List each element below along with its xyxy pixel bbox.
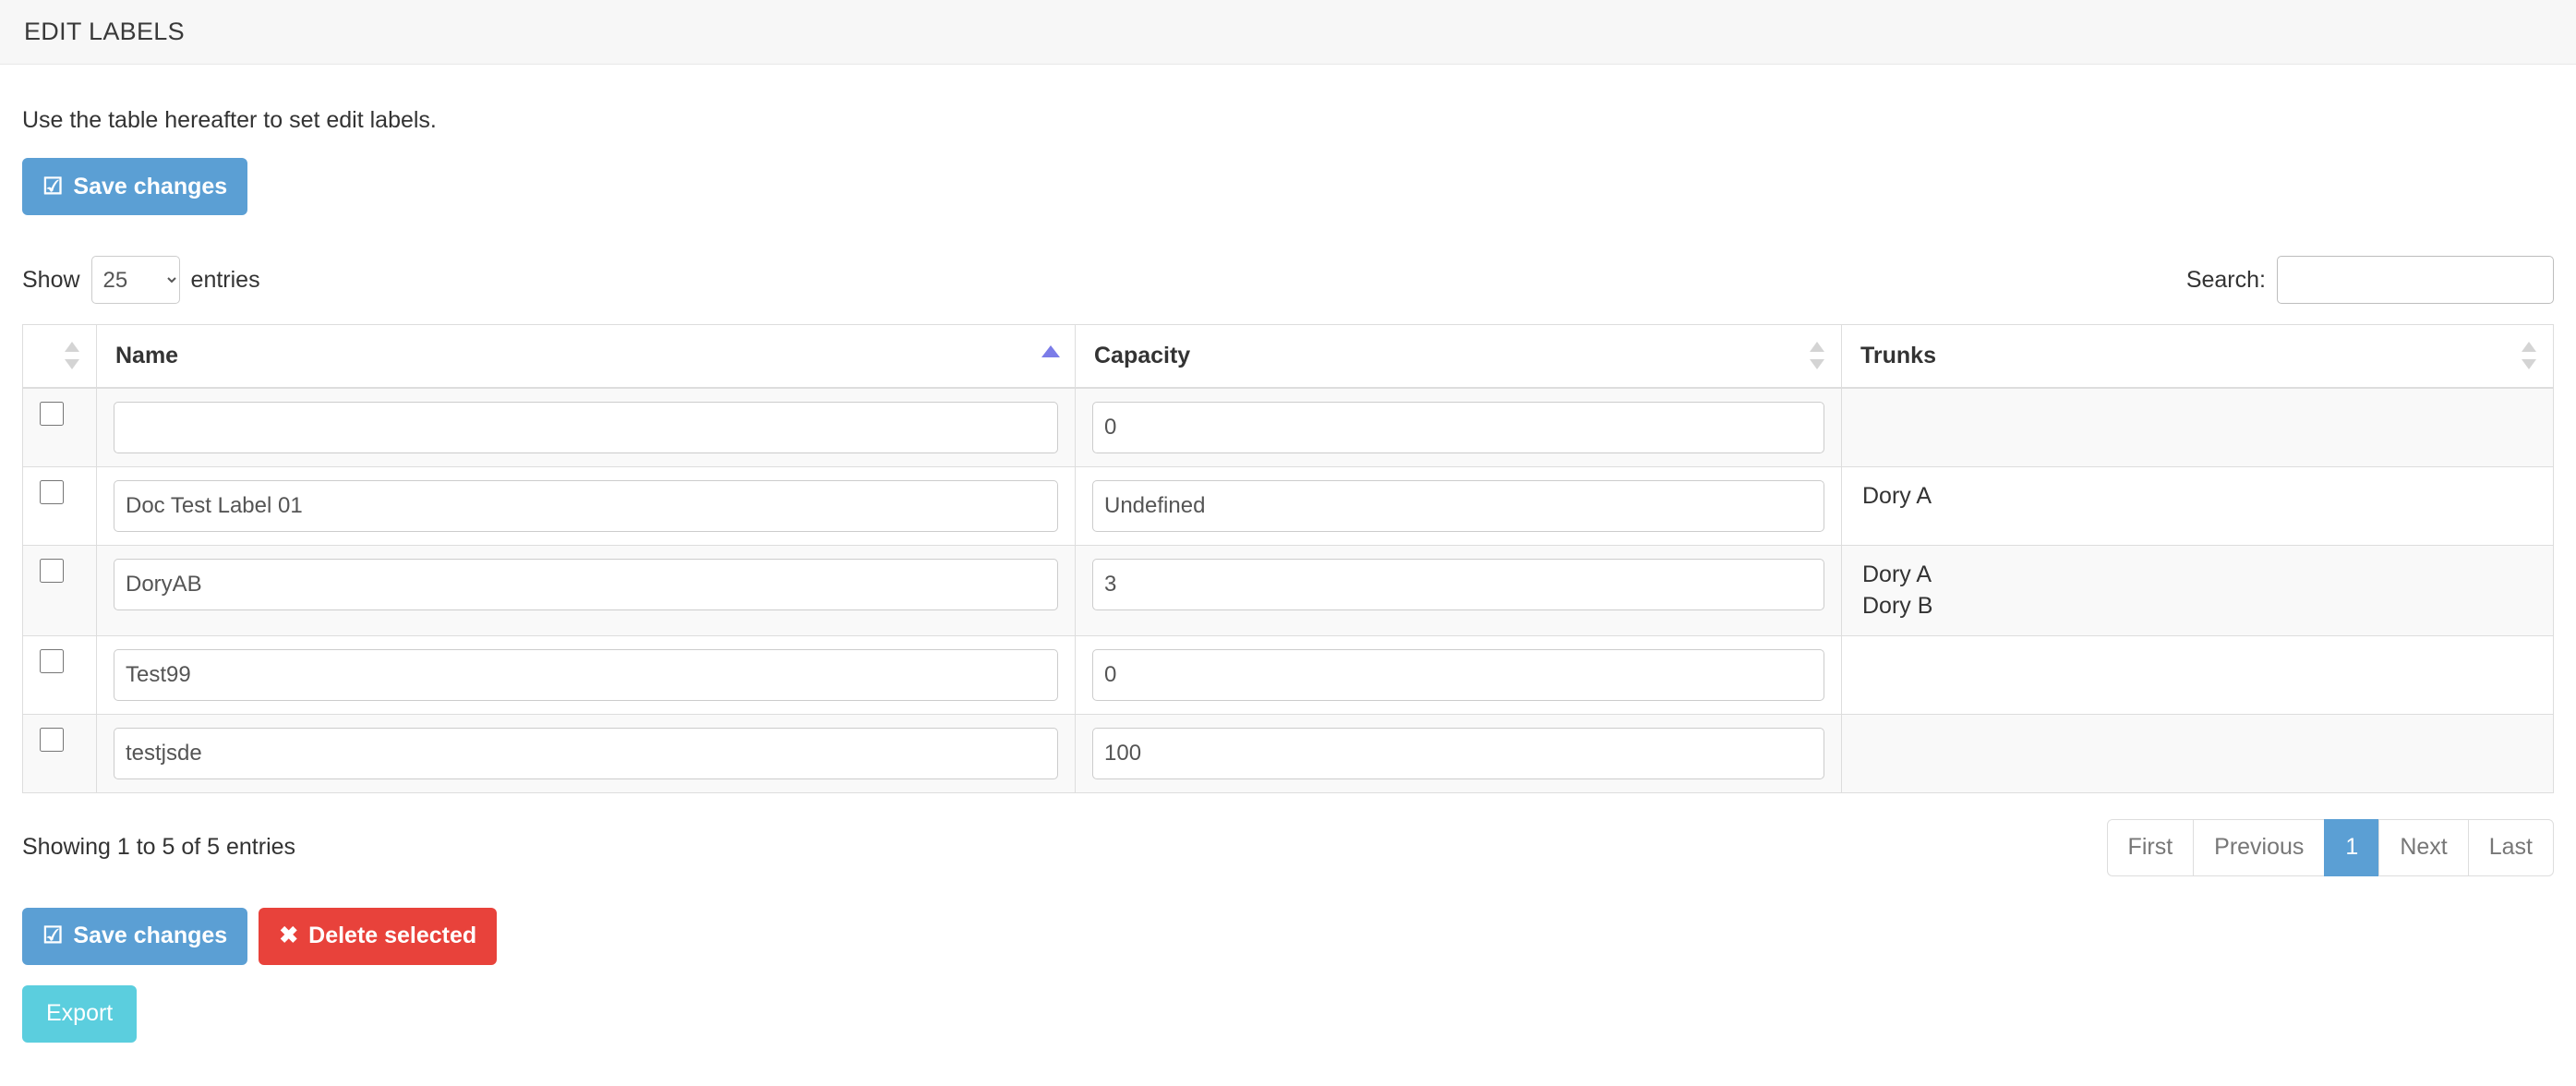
column-header-name[interactable]: Name: [96, 324, 1076, 389]
pagination-button-first[interactable]: First: [2106, 818, 2194, 876]
panel-body: Use the table hereafter to set edit labe…: [0, 106, 2576, 1043]
sort-arrows-select-icon: [65, 340, 79, 371]
label-name-input[interactable]: [114, 648, 1058, 701]
table-body: Dory A Dory A Dory B: [22, 387, 2554, 792]
delete-selected-label: Delete selected: [308, 923, 477, 948]
checked-box-icon: ☑: [42, 923, 64, 948]
table-header-row: Name Capacity Trunks: [22, 324, 2554, 389]
table-row: Dory A: [22, 465, 2554, 545]
label-capacity-input[interactable]: [1092, 648, 1824, 701]
save-changes-label-bottom: Save changes: [73, 923, 228, 948]
table-row: [22, 387, 2554, 466]
pagination-button-1[interactable]: 1: [2324, 818, 2379, 876]
column-header-name-label: Name: [115, 342, 179, 368]
row-select-checkbox[interactable]: [40, 558, 64, 583]
cross-icon: ✖: [279, 923, 299, 948]
trunks-cell: Dory A: [1841, 465, 2554, 545]
top-toolbar: ☑ Save changes: [22, 158, 2554, 215]
label-name-input[interactable]: [114, 479, 1058, 532]
trunk-name: Dory A: [1862, 482, 1932, 509]
column-header-select[interactable]: [22, 324, 97, 389]
trunks-cell: [1841, 713, 2554, 792]
label-name-input[interactable]: [114, 558, 1058, 610]
export-toolbar: Export: [22, 984, 2554, 1043]
capacity-cell: [1075, 465, 1842, 545]
column-header-capacity-label: Capacity: [1094, 342, 1191, 368]
row-select-cell: [22, 634, 97, 714]
row-select-checkbox[interactable]: [40, 648, 64, 673]
capacity-cell: [1075, 713, 1842, 792]
row-select-checkbox[interactable]: [40, 479, 64, 504]
row-select-cell: [22, 465, 97, 545]
sort-arrows-trunks-icon: [2522, 340, 2536, 371]
label-capacity-input[interactable]: [1092, 401, 1824, 453]
sort-arrows-capacity-icon: [1810, 340, 1824, 371]
name-cell: [96, 544, 1076, 635]
column-header-trunks[interactable]: Trunks: [1841, 324, 2554, 389]
search-input[interactable]: [2277, 256, 2554, 304]
name-cell: [96, 465, 1076, 545]
capacity-cell: [1075, 387, 1842, 466]
pagination: First Previous 1 Next Last: [2106, 818, 2554, 876]
sort-ascending-icon: [1041, 340, 1060, 371]
save-changes-button-bottom[interactable]: ☑ Save changes: [22, 907, 248, 965]
trunk-name: Dory A: [1862, 561, 1932, 587]
intro-text: Use the table hereafter to set edit labe…: [22, 107, 437, 133]
label-capacity-input[interactable]: [1092, 558, 1824, 610]
page-title: EDIT LABELS: [24, 18, 185, 45]
export-label: Export: [46, 1000, 114, 1026]
trunks-cell: Dory A Dory B: [1841, 544, 2554, 635]
label-name-input[interactable]: [114, 727, 1058, 779]
datatable-controls: Show 102550100 entries Search:: [22, 256, 2554, 304]
table-head: Name Capacity Trunks: [22, 324, 2554, 389]
name-cell: [96, 713, 1076, 792]
save-changes-label-top: Save changes: [73, 173, 228, 199]
length-menu-label-before: Show: [22, 266, 80, 293]
capacity-cell: [1075, 544, 1842, 635]
entries-per-page-select[interactable]: 102550100: [90, 256, 180, 304]
export-button[interactable]: Export: [22, 984, 138, 1043]
label-capacity-input[interactable]: [1092, 727, 1824, 779]
length-menu-label-after: entries: [190, 266, 260, 293]
bottom-toolbar: ☑ Save changes ✖ Delete selected: [22, 907, 2554, 965]
panel-header: EDIT LABELS: [0, 0, 2576, 65]
trunks-cell: [1841, 634, 2554, 714]
capacity-cell: [1075, 634, 1842, 714]
save-changes-button-top[interactable]: ☑ Save changes: [22, 158, 248, 215]
datatable-footer: Showing 1 to 5 of 5 entries First Previou…: [22, 818, 2554, 876]
row-select-cell: [22, 544, 97, 635]
row-select-checkbox[interactable]: [40, 727, 64, 752]
row-select-checkbox[interactable]: [40, 401, 64, 426]
checked-box-icon: ☑: [42, 173, 64, 199]
pagination-button-previous[interactable]: Previous: [2193, 818, 2325, 876]
name-cell: [96, 634, 1076, 714]
column-header-capacity[interactable]: Capacity: [1075, 324, 1842, 389]
delete-selected-button[interactable]: ✖ Delete selected: [259, 907, 498, 965]
entries-info: Showing 1 to 5 of 5 entries: [22, 834, 296, 860]
trunks-cell: [1841, 387, 2554, 466]
trunk-name: Dory B: [1862, 593, 1933, 619]
search-filter: Search:: [2186, 256, 2554, 304]
label-name-input[interactable]: [114, 401, 1058, 453]
row-select-cell: [22, 713, 97, 792]
name-cell: [96, 387, 1076, 466]
row-select-cell: [22, 387, 97, 466]
search-label: Search:: [2185, 266, 2266, 293]
column-header-trunks-label: Trunks: [1860, 342, 1936, 368]
table-row: [22, 634, 2554, 714]
table-row: [22, 713, 2554, 792]
label-capacity-input[interactable]: [1092, 479, 1824, 532]
table-row: Dory A Dory B: [22, 544, 2554, 635]
pagination-button-last[interactable]: Last: [2467, 818, 2554, 876]
length-menu: Show 102550100 entries: [22, 256, 260, 304]
labels-table: Name Capacity Trunks 0 Doc Test Label 01…: [22, 324, 2554, 793]
pagination-button-next[interactable]: Next: [2378, 818, 2468, 876]
